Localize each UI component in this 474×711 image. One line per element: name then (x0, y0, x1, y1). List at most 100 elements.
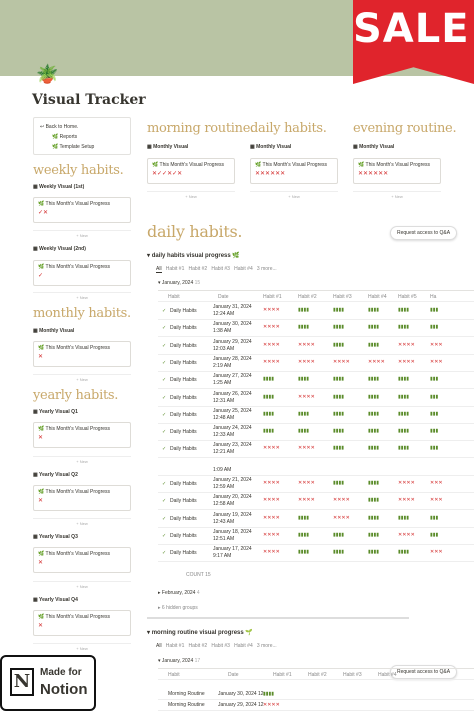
yearly-card-q3[interactable]: 🌿 This Month's Visual Progress ✕ (33, 547, 131, 573)
yearly-card-q4[interactable]: 🌿 This Month's Visual Progress ✕ (33, 610, 131, 636)
tab-all[interactable]: All (156, 266, 162, 273)
habit-cell: ✕✕✕ (430, 497, 443, 504)
yearly-visual-q4[interactable]: ▦ Yearly Visual Q4 (33, 597, 78, 603)
new-button[interactable]: + New (33, 518, 131, 526)
habit-date: January 28, 2024 (213, 355, 252, 362)
tab-habit-3[interactable]: Habit #3 (211, 643, 230, 649)
table-row[interactable]: ✓ Daily Habits January 17, 2024 9:17 AM ✕✕✕✕… (158, 545, 474, 563)
habit-cell: ✕✕✕✕ (263, 341, 280, 348)
habit-cell: ✕✕✕ (430, 480, 443, 486)
habit-cell: ▮▮▮▮ (398, 428, 410, 435)
hidden-groups[interactable]: ▸ 6 hidden groups (158, 605, 198, 611)
table-row[interactable]: ✓ Daily Habits January 27, 2024 1:25 AM ▮▮▮▮… (158, 372, 474, 390)
habit-cell: ▮▮▮ (430, 324, 439, 331)
habit-cell: ✕✕✕✕ (263, 702, 280, 708)
morning-card[interactable]: 🌿 This Month's Visual Progress ✕✓✓✕✓✕ (147, 158, 235, 184)
new-button[interactable]: + New (33, 581, 131, 589)
habit-cell: ▮▮▮▮ (368, 445, 380, 452)
tab-more[interactable]: 3 more... (257, 643, 277, 649)
yearly-visual-q2[interactable]: ▦ Yearly Visual Q2 (33, 472, 78, 478)
tab-habit-1[interactable]: Habit #1 (166, 643, 185, 649)
evening-monthly-visual[interactable]: ▦ Monthly Visual (353, 144, 394, 150)
check-icon: ✓ (162, 515, 167, 522)
tab-habit-1[interactable]: Habit #1 (166, 266, 185, 272)
new-button[interactable]: + New (353, 191, 441, 199)
habit-time: 9:17 AM (213, 553, 232, 560)
daily-monthly-visual[interactable]: ▦ Monthly Visual (250, 144, 291, 150)
group-february[interactable]: ▸ February, 2024 4 (158, 590, 200, 596)
notion-logo-icon: N (10, 668, 34, 696)
scrollbar[interactable] (147, 617, 409, 619)
daily-card[interactable]: 🌿 This Month's Visual Progress ✕✕✕✕✕✕ (250, 158, 338, 184)
tab-habit-4[interactable]: Habit #4 (234, 266, 253, 272)
table-row[interactable]: ✓ Daily Habits January 18, 2024 12:51 AM ✕✕✕… (158, 528, 474, 545)
evening-card[interactable]: 🌿 This Month's Visual Progress ✕✕✕✕✕✕ (353, 158, 441, 184)
habit-date: January 19, 2024 (213, 511, 252, 518)
col-habit-1: Habit #1 (273, 672, 292, 678)
morning-view-title[interactable]: ▾ morning routine visual progress 🌱 (147, 629, 253, 636)
yearly-visual-q1[interactable]: ▦ Yearly Visual Q1 (33, 409, 78, 415)
habit-date: January 31, 2024 (213, 304, 252, 310)
table-row[interactable]: ✓ Daily Habits January 31, 2024 12:24 AM ✕✕✕… (158, 303, 474, 320)
tab-habit-2[interactable]: Habit #2 (189, 643, 208, 649)
yearly-heading: yearly habits. (33, 388, 119, 403)
col-habit-1: Habit #1 (263, 294, 282, 300)
yearly-card-q2[interactable]: 🌿 This Month's Visual Progress ✕ (33, 485, 131, 511)
new-button[interactable]: + New (33, 456, 131, 464)
tab-all[interactable]: All (156, 643, 162, 649)
monthly-visual[interactable]: ▦ Monthly Visual (33, 328, 74, 334)
weekly-visual-2[interactable]: ▦ Weekly Visual (2nd) (33, 246, 86, 252)
request-access-button[interactable]: Request access to Q&A (390, 226, 458, 240)
morning-monthly-visual[interactable]: ▦ Monthly Visual (147, 144, 188, 150)
table-row[interactable]: ✓ Daily Habits January 21, 2024 12:59 AM ✕✕✕… (158, 476, 474, 493)
habit-cell: ✕✕✕✕ (398, 531, 415, 538)
table-row[interactable]: ✓ Daily Habits January 20, 2024 12:58 AM ✕✕✕… (158, 493, 474, 511)
habit-time: 12:24 AM (213, 311, 235, 317)
tab-habit-3[interactable]: Habit #3 (211, 266, 230, 272)
group-january[interactable]: ▾ January, 2024 15 (158, 280, 200, 286)
new-button[interactable]: + New (33, 374, 131, 382)
tab-more[interactable]: 3 more... (257, 266, 277, 272)
habit-time: 1:38 AM (213, 328, 232, 335)
table-row[interactable]: ✓ Daily Habits January 23, 2024 12:21 AM ✕✕✕… (158, 441, 474, 459)
yearly-card-q1[interactable]: 🌿 This Month's Visual Progress ✕ (33, 422, 131, 448)
view-title[interactable]: ▾ daily habits visual progress 🌿 (147, 252, 240, 259)
habit-cell: ✕✕✕✕ (398, 480, 415, 486)
table-row[interactable]: ✓ Daily Habits January 24, 2024 12:33 AM ▮▮▮… (158, 424, 474, 442)
table-row[interactable]: Morning Routine January 29, 2024 12 ✕✕✕✕ (158, 700, 474, 711)
check-icon: ✓ (162, 446, 167, 453)
new-button[interactable]: + New (33, 230, 131, 238)
table-row[interactable]: Morning Routine January 30, 2024 12 ▮▮▮▮ (158, 689, 474, 700)
reports-link[interactable]: 🌿 Reports (40, 132, 124, 142)
setup-link[interactable]: 🌿 Template Setup (40, 142, 124, 152)
weekly-visual-1[interactable]: ▦ Weekly Visual (1st) (33, 184, 84, 190)
weekly-card-2[interactable]: 🌿 This Month's Visual Progress ✓ (33, 260, 131, 286)
table-row[interactable]: ✓ Daily Habits January 19, 2024 12:43 AM ✕✕✕… (158, 511, 474, 528)
habit-name: Daily Habits (170, 550, 197, 557)
made-for-label: Made for (40, 667, 82, 678)
table-row[interactable]: ✓ Daily Habits January 26, 2024 12:31 AM ▮▮▮… (158, 390, 474, 407)
weekly-card-1[interactable]: 🌿 This Month's Visual Progress ✓✕ (33, 197, 131, 223)
habit-cell: ✕✕✕✕ (263, 307, 280, 313)
table-row[interactable]: 1:09 AM (158, 459, 474, 476)
habit-cell: ▮▮▮ (430, 376, 439, 383)
tab-habit-4[interactable]: Habit #4 (234, 643, 253, 649)
habit-cell: ▮▮▮▮ (333, 376, 345, 383)
back-link[interactable]: ↩ Back to Home. (40, 122, 124, 132)
habit-name: Daily Habits (170, 429, 197, 436)
table-row[interactable]: ✓ Daily Habits January 28, 2024 2:19 AM ✕✕✕✕… (158, 355, 474, 372)
new-button[interactable]: + New (33, 643, 131, 651)
new-button[interactable]: + New (33, 292, 131, 300)
yearly-visual-q3[interactable]: ▦ Yearly Visual Q3 (33, 534, 78, 540)
new-button[interactable]: + New (147, 191, 235, 199)
col-habit: Habit (168, 294, 180, 300)
table-row[interactable]: ✓ Daily Habits January 30, 2024 1:38 AM ✕✕✕✕… (158, 320, 474, 338)
table-row[interactable]: ✓ Daily Habits January 25, 2024 12:48 AM ▮▮▮… (158, 407, 474, 424)
tab-habit-2[interactable]: Habit #2 (189, 266, 208, 272)
monthly-card[interactable]: 🌿 This Month's Visual Progress ✕ (33, 341, 131, 367)
habit-table: Habit Date Habit #1 Habit #2 Habit #3 Ha… (158, 290, 474, 563)
new-button[interactable]: + New (250, 191, 338, 199)
table-row[interactable]: ✓ Daily Habits January 29, 2024 12:03 AM ✕✕✕… (158, 338, 474, 355)
group-january-2[interactable]: ▾ January, 2024 17 (158, 658, 200, 664)
habit-name: Daily Habits (170, 481, 197, 487)
